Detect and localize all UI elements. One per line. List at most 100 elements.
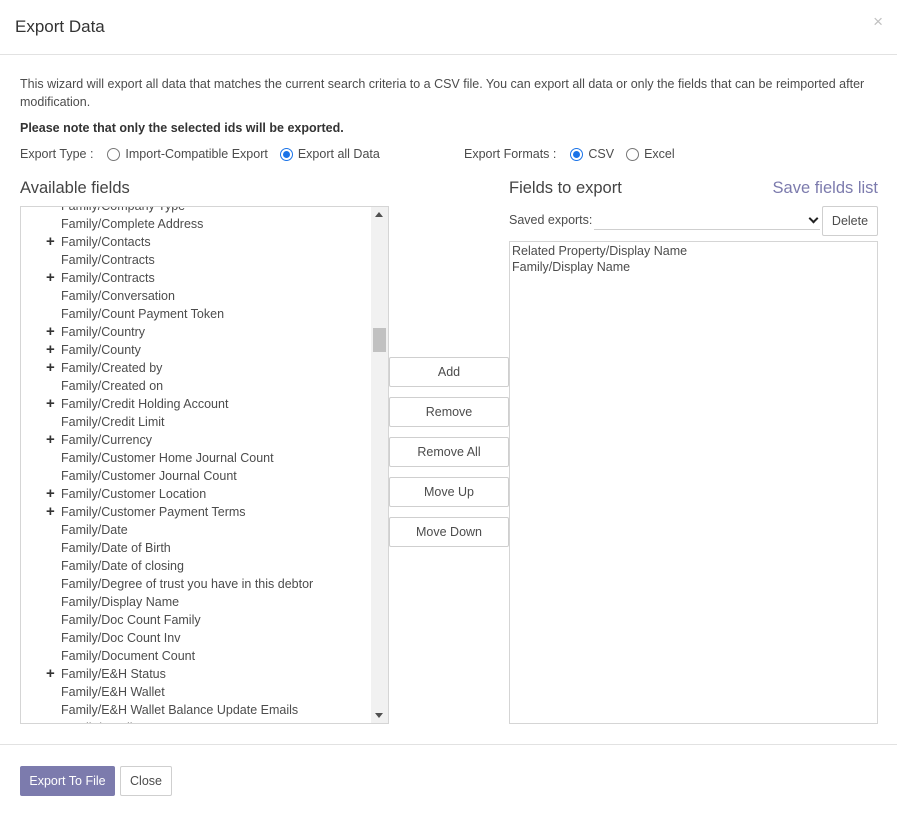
scroll-down-arrow-icon[interactable] <box>375 713 383 718</box>
export-all-option[interactable]: Export all Data <box>279 147 380 161</box>
field-label: Family/Document Count <box>61 649 196 663</box>
csv-label: CSV <box>588 147 615 161</box>
csv-radio[interactable] <box>570 147 584 161</box>
field-label: Family/E&H Wallet Balance Update Emails <box>61 703 299 717</box>
expand-plus-icon[interactable]: + <box>46 233 55 251</box>
field-item[interactable]: Family/Date <box>21 521 371 539</box>
field-label: Family/Credit Holding Account <box>61 397 229 411</box>
field-label: Family/Credit Limit <box>61 415 165 429</box>
scroll-up-arrow-icon[interactable] <box>375 212 383 217</box>
dialog-title: Export Data <box>15 17 105 36</box>
scroll-thumb[interactable] <box>373 328 386 352</box>
remove-all-button[interactable]: Remove All <box>389 437 509 467</box>
expand-plus-icon[interactable]: + <box>46 359 55 377</box>
move-actions: Add Remove Remove All Move Up Move Down <box>389 357 509 557</box>
export-field-item[interactable]: Related Property/Display Name <box>512 243 875 259</box>
export-field-item[interactable]: Family/Display Name <box>512 259 875 275</box>
dialog-header: Export Data × <box>0 0 897 55</box>
field-item[interactable]: Family/Credit Limit <box>21 413 371 431</box>
field-item[interactable]: Family/Count Payment Token <box>21 305 371 323</box>
field-label: Family/Display Name <box>61 595 180 609</box>
add-button[interactable]: Add <box>389 357 509 387</box>
excel-radio[interactable] <box>626 147 640 161</box>
field-item[interactable]: Family/Company Type <box>21 207 371 215</box>
dialog-footer: Export To File Close <box>0 744 897 813</box>
field-item[interactable]: + Family/Created by <box>21 359 371 377</box>
field-label: Family/Created on <box>61 379 164 393</box>
export-type-label: Export Type : <box>20 147 94 161</box>
field-item[interactable]: + Family/Contracts <box>21 269 371 287</box>
field-item[interactable]: + Family/County <box>21 341 371 359</box>
move-down-button[interactable]: Move Down <box>389 517 509 547</box>
field-item[interactable]: + Family/Currency <box>21 431 371 449</box>
chevron-down-icon <box>808 213 819 224</box>
field-label: Family/Date <box>61 523 128 537</box>
csv-option[interactable]: CSV <box>570 147 614 161</box>
field-label: Family/Customer Home Journal Count <box>61 451 274 465</box>
field-label: Family/Email <box>61 721 133 723</box>
field-item[interactable]: Family/Created on <box>21 377 371 395</box>
export-all-radio[interactable] <box>279 147 293 161</box>
close-icon[interactable]: × <box>873 12 883 32</box>
expand-plus-icon[interactable]: + <box>46 395 55 413</box>
field-item[interactable]: Family/Doc Count Inv <box>21 629 371 647</box>
field-item[interactable]: Family/Display Name <box>21 593 371 611</box>
field-label: Family/Date of Birth <box>61 541 171 555</box>
available-fields-list[interactable]: Family/Company Type Family/Complete Addre… <box>20 206 389 724</box>
saved-exports-select[interactable] <box>594 210 820 230</box>
remove-button[interactable]: Remove <box>389 397 509 427</box>
fields-to-export-title: Fields to export <box>509 179 622 197</box>
field-item[interactable]: + Family/E&H Status <box>21 665 371 683</box>
field-item[interactable]: Family/Contracts <box>21 251 371 269</box>
expand-plus-icon[interactable]: + <box>46 269 55 287</box>
export-formats-label: Export Formats : <box>464 147 557 161</box>
field-item[interactable]: + Family/Customer Location <box>21 485 371 503</box>
field-label: Family/Customer Location <box>61 487 207 501</box>
expand-plus-icon[interactable]: + <box>46 665 55 683</box>
excel-label: Excel <box>644 147 675 161</box>
import-compatible-radio[interactable] <box>107 147 121 161</box>
field-item[interactable]: Family/Email <box>21 719 371 723</box>
intro-text: This wizard will export all data that ma… <box>20 77 865 109</box>
field-item[interactable]: Family/Date of Birth <box>21 539 371 557</box>
field-item[interactable]: Family/Date of closing <box>21 557 371 575</box>
field-item[interactable]: Family/E&H Wallet Balance Update Emails <box>21 701 371 719</box>
expand-plus-icon[interactable]: + <box>46 485 55 503</box>
export-to-file-button[interactable]: Export To File <box>20 766 115 796</box>
close-button[interactable]: Close <box>120 766 172 796</box>
field-item[interactable]: Family/E&H Wallet <box>21 683 371 701</box>
scrollbar[interactable] <box>371 207 388 723</box>
field-item[interactable]: + Family/Country <box>21 323 371 341</box>
field-item[interactable]: + Family/Customer Payment Terms <box>21 503 371 521</box>
field-label: Family/Customer Payment Terms <box>61 505 246 519</box>
field-item[interactable]: Family/Conversation <box>21 287 371 305</box>
field-label: Family/Contacts <box>61 235 151 249</box>
saved-exports-label: Saved exports: <box>509 213 593 227</box>
field-label: Family/Count Payment Token <box>61 307 225 321</box>
field-item[interactable]: Family/Customer Home Journal Count <box>21 449 371 467</box>
field-item[interactable]: Family/Customer Journal Count <box>21 467 371 485</box>
delete-button[interactable]: Delete <box>822 206 878 236</box>
field-label: Family/Doc Count Family <box>61 613 201 627</box>
field-item[interactable]: + Family/Credit Holding Account <box>21 395 371 413</box>
excel-option[interactable]: Excel <box>626 147 675 161</box>
fields-to-export-list[interactable]: Related Property/Display Name Family/Dis… <box>509 241 878 724</box>
import-compatible-option[interactable]: Import-Compatible Export <box>107 147 268 161</box>
field-label: Family/Degree of trust you have in this … <box>61 577 314 591</box>
expand-plus-icon[interactable]: + <box>46 341 55 359</box>
expand-plus-icon[interactable]: + <box>46 431 55 449</box>
save-fields-list-link[interactable]: Save fields list <box>773 179 878 198</box>
field-item[interactable]: Family/Complete Address <box>21 215 371 233</box>
move-up-button[interactable]: Move Up <box>389 477 509 507</box>
available-fields-items: Family/Company Type Family/Complete Addre… <box>21 207 371 723</box>
field-item[interactable]: Family/Document Count <box>21 647 371 665</box>
field-item[interactable]: + Family/Contacts <box>21 233 371 251</box>
field-item[interactable]: Family/Doc Count Family <box>21 611 371 629</box>
field-label: Family/Doc Count Inv <box>61 631 181 645</box>
expand-plus-icon[interactable]: + <box>46 503 55 521</box>
field-item[interactable]: Family/Degree of trust you have in this … <box>21 575 371 593</box>
field-label: Family/Customer Journal Count <box>61 469 237 483</box>
field-label: Family/Complete Address <box>61 217 204 231</box>
field-label: Family/Country <box>61 325 146 339</box>
expand-plus-icon[interactable]: + <box>46 323 55 341</box>
